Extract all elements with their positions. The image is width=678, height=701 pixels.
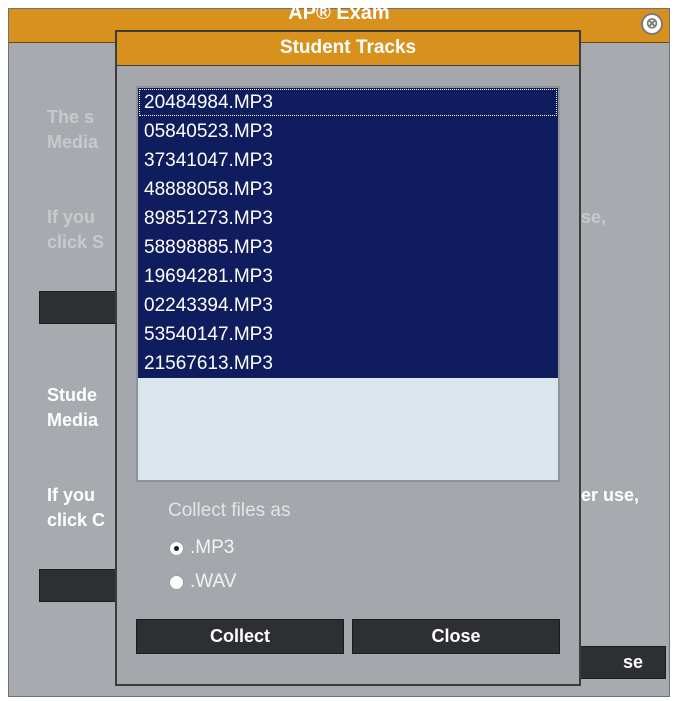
background-text-fragment: er use, [581,485,640,505]
background-paragraph-2: If you click S [47,205,104,255]
background-text-line: If you [47,485,95,505]
screen: AP® Exam ⊗ The s Media If you click S se… [0,0,678,701]
format-option-mp3[interactable]: .MP3 [169,537,234,559]
background-text-line: Media [47,132,99,152]
track-item[interactable]: 89851273.MP3 [138,204,558,233]
format-option-label: .MP3 [190,537,235,558]
background-paragraph-1: The s Media [47,105,98,155]
collect-files-label: Collect files as [168,500,291,521]
track-item[interactable]: 20484984.MP3 [138,88,558,117]
background-paragraph-4: If you click C [47,483,105,533]
background-text-fragment: se, [581,207,607,227]
track-item[interactable]: 19694281.MP3 [138,262,558,291]
background-text-line: click C [47,510,106,530]
background-text-line: Stude [47,385,98,405]
track-item[interactable]: 21567613.MP3 [138,349,558,378]
track-item[interactable]: 48888058.MP3 [138,175,558,204]
background-paragraph-3: Stude Media [47,383,98,433]
background-button-2 [39,569,124,602]
close-button[interactable]: Close [352,619,560,654]
background-text-line: If you [47,207,95,227]
track-list[interactable]: 20484984.MP3 05840523.MP3 37341047.MP3 4… [136,86,560,482]
track-item[interactable]: 37341047.MP3 [138,146,558,175]
collect-button[interactable]: Collect [136,619,344,654]
background-button-1 [39,291,124,324]
radio-unselected-icon[interactable] [169,574,184,590]
track-item[interactable]: 02243394.MP3 [138,291,558,320]
background-text-line: Media [47,410,99,430]
format-option-label: .WAV [190,571,237,592]
background-close-button: se [574,646,666,679]
dialog-title: Student Tracks [117,32,579,66]
close-icon[interactable]: ⊗ [641,13,663,35]
student-tracks-dialog: Student Tracks 20484984.MP3 05840523.MP3… [115,30,581,686]
background-text-line: The s [47,107,95,127]
background-title: AP® Exam [288,2,390,24]
radio-selected-icon[interactable] [169,540,184,556]
format-option-wav[interactable]: .WAV [169,571,236,593]
track-item[interactable]: 58898885.MP3 [138,233,558,262]
track-item[interactable]: 53540147.MP3 [138,320,558,349]
background-text-line: click S [47,232,105,252]
track-item[interactable]: 05840523.MP3 [138,117,558,146]
